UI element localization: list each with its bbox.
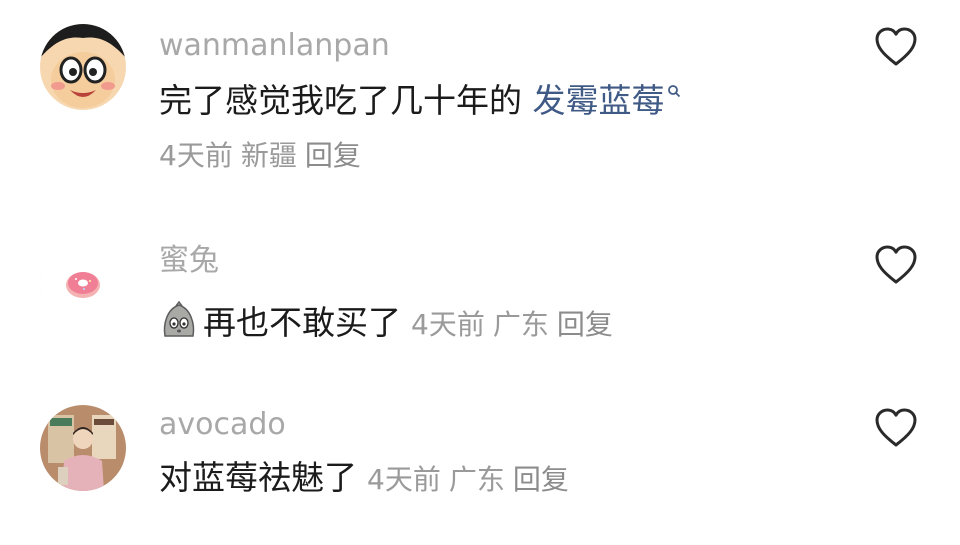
reply-button[interactable]: 回复 <box>513 463 569 496</box>
comment-body: 对蓝莓祛魅了 <box>159 458 357 497</box>
comment-text: 对蓝莓祛魅了 4天前 广东 回复 <box>159 461 569 494</box>
search-link[interactable]: 发霉蓝莓 <box>533 81 665 120</box>
scared-face-emoji-icon <box>163 300 195 337</box>
donut-avatar-icon <box>40 240 126 326</box>
comment-time: 4天前 <box>159 139 233 172</box>
comment-body: 再也不敢买了 <box>203 303 401 342</box>
avatar[interactable] <box>40 240 126 326</box>
cartoon-face-avatar-icon <box>40 24 126 110</box>
comment-meta: 4天前 新疆 回复 <box>159 142 361 170</box>
comment-time: 4天前 <box>411 308 485 341</box>
comment-username[interactable]: avocado <box>159 410 286 440</box>
reply-button[interactable]: 回复 <box>557 308 613 341</box>
comment-username[interactable]: wanmanlanpan <box>159 31 390 61</box>
avatar[interactable] <box>40 24 126 110</box>
comment-text: 再也不敢买了 4天前 广东 回复 <box>159 300 613 340</box>
comment-username[interactable]: 蜜兔 <box>159 246 219 276</box>
photo-avatar-icon <box>40 405 126 491</box>
heart-outline-icon[interactable] <box>873 244 919 286</box>
comment-location: 广东 <box>448 463 505 496</box>
heart-outline-icon[interactable] <box>873 26 919 68</box>
comment-location: 新疆 <box>240 139 297 172</box>
reply-button[interactable]: 回复 <box>305 139 361 172</box>
search-icon[interactable] <box>667 84 681 98</box>
comment-location: 广东 <box>492 308 549 341</box>
comment-body: 完了感觉我吃了几十年的 <box>159 81 533 120</box>
avatar[interactable] <box>40 405 126 491</box>
comment-text: 完了感觉我吃了几十年的 发霉蓝莓 <box>159 84 681 117</box>
heart-outline-icon[interactable] <box>873 407 919 449</box>
comment-time: 4天前 <box>367 463 441 496</box>
